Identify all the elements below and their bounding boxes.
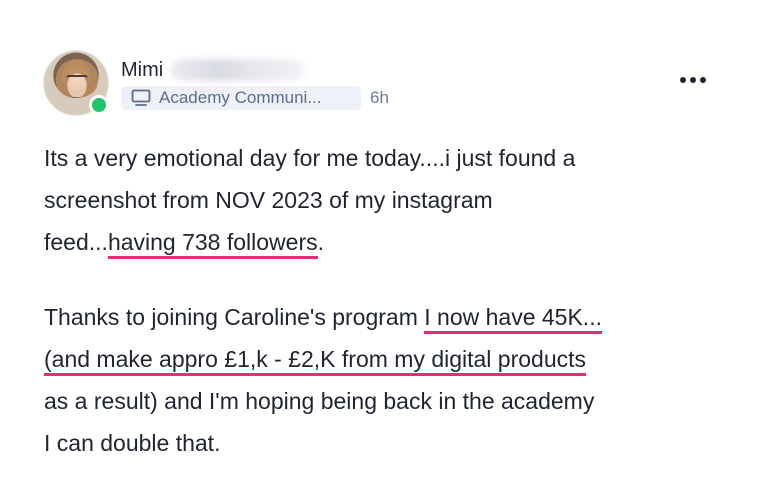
- paragraph-line: Its a very emotional day for me today...…: [44, 145, 576, 171]
- highlighted-text: having 738 followers: [107, 229, 318, 259]
- community-chip[interactable]: Academy Communi...: [121, 86, 361, 110]
- post-time[interactable]: 6h: [370, 86, 389, 110]
- more-horizontal-icon[interactable]: [680, 76, 706, 84]
- community-label: Academy Communi...: [159, 88, 322, 107]
- paragraph-line: screenshot from NOV 2023 of my instagram: [44, 187, 493, 213]
- text-segment: feed...: [44, 229, 108, 255]
- more-dot: [700, 77, 706, 83]
- paragraph-line: as a result) and I'm hoping being back i…: [44, 388, 595, 414]
- avatar-glasses: [66, 75, 88, 83]
- highlighted-text: I now have 45K...: [424, 304, 602, 334]
- online-status-icon: [89, 95, 109, 115]
- post-card: Mimi Academy Communi... 6h Its a very em…: [0, 0, 760, 494]
- text-segment: .: [317, 229, 325, 255]
- text-segment: Thanks to joining Caroline's program: [44, 304, 425, 330]
- post-paragraph-1: Its a very emotional day for me today...…: [44, 137, 575, 263]
- more-dot: [680, 77, 686, 83]
- paragraph-line: I can double that.: [44, 430, 221, 456]
- monitor-icon: [131, 89, 151, 106]
- paragraph-line: (and make appro £1,k - £2,K from my digi…: [44, 338, 602, 380]
- highlighted-text: (and make appro £1,k - £2,K from my digi…: [44, 346, 587, 376]
- obscured-surname: [171, 59, 304, 81]
- post-paragraph-2: Thanks to joining Caroline's program I n…: [44, 296, 602, 464]
- more-dot: [690, 77, 696, 83]
- paragraph-line: feed...having 738 followers.: [44, 221, 575, 263]
- author-name[interactable]: Mimi: [121, 58, 163, 82]
- paragraph-line: Thanks to joining Caroline's program I n…: [44, 296, 602, 338]
